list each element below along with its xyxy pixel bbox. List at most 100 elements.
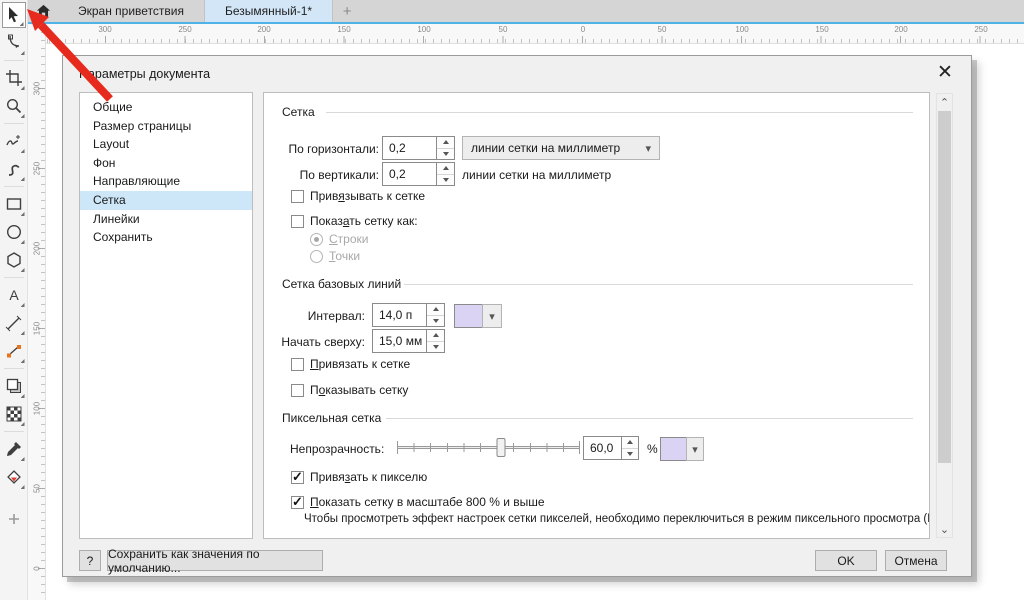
magnifier-icon xyxy=(5,97,23,115)
spin-up-icon[interactable] xyxy=(437,163,454,175)
scrollbar-thumb[interactable] xyxy=(938,111,951,463)
tab-welcome-screen[interactable]: Экран приветствия xyxy=(58,0,205,22)
rectangle-icon xyxy=(5,195,23,213)
text-tool[interactable]: A xyxy=(2,282,26,308)
pixel-snap-checkbox[interactable] xyxy=(291,471,304,484)
tab-untitled-1[interactable]: Безымянный-1* xyxy=(205,0,333,22)
baseline-snap-row[interactable]: Привязать к сетке xyxy=(291,357,410,371)
drop-shadow-tool[interactable] xyxy=(2,373,26,399)
drop-shadow-icon xyxy=(5,377,23,395)
ellipse-tool[interactable] xyxy=(2,219,26,245)
fill-icon xyxy=(5,468,23,486)
slider-handle[interactable] xyxy=(497,438,506,457)
interactive-fill-tool[interactable] xyxy=(2,464,26,490)
home-icon xyxy=(36,4,51,18)
vertical-spacing-spinner[interactable]: 0,2 xyxy=(382,162,455,186)
category-item-grid[interactable]: Сетка xyxy=(80,191,252,210)
start-from-top-spinner[interactable]: 15,0 мм xyxy=(372,329,445,353)
chevron-down-icon: ▾ xyxy=(645,142,651,155)
snap-to-grid-checkbox[interactable] xyxy=(291,190,304,203)
horizontal-unit-dropdown[interactable]: линии сетки на миллиметр ▾ xyxy=(462,136,660,160)
chevron-down-icon[interactable]: ▾ xyxy=(482,304,502,328)
baseline-show-row[interactable]: Показывать сетку xyxy=(291,383,408,397)
category-item-background[interactable]: Фон xyxy=(80,154,252,173)
spin-up-icon[interactable] xyxy=(622,437,638,449)
dimension-tool[interactable] xyxy=(2,310,26,336)
baseline-snap-checkbox[interactable] xyxy=(291,358,304,371)
chevron-down-icon[interactable]: ▾ xyxy=(686,437,704,461)
scroll-down-icon[interactable]: ⌄ xyxy=(937,521,952,537)
crop-tool[interactable] xyxy=(2,65,26,91)
save-defaults-button[interactable]: Сохранить как значения по умолчанию... xyxy=(107,550,323,571)
baseline-show-checkbox[interactable] xyxy=(291,384,304,397)
spin-up-icon[interactable] xyxy=(427,330,444,342)
artistic-media-tool[interactable] xyxy=(2,156,26,182)
spin-down-icon[interactable] xyxy=(437,175,454,186)
spinner-value[interactable]: 0,2 xyxy=(382,136,436,160)
spin-down-icon[interactable] xyxy=(427,342,444,353)
help-button[interactable]: ? xyxy=(79,550,101,571)
cancel-button[interactable]: Отмена xyxy=(885,550,947,571)
radio-label: Точки xyxy=(329,249,360,263)
lines-radio[interactable] xyxy=(310,233,323,246)
category-item-save[interactable]: Сохранить xyxy=(80,228,252,247)
add-tool-button[interactable] xyxy=(2,506,26,532)
spinner-value[interactable]: 0,2 xyxy=(382,162,436,186)
ruler-number: 250 xyxy=(974,25,987,34)
home-button[interactable] xyxy=(28,0,58,22)
new-tab-button[interactable]: + xyxy=(333,0,361,22)
dots-radio[interactable] xyxy=(310,250,323,263)
category-list: Общие Размер страницы Layout Фон Направл… xyxy=(79,92,253,539)
ruler-number: 150 xyxy=(337,25,350,34)
pixel-show-row[interactable]: Показать сетку в масштабе 800 % и выше xyxy=(291,495,545,509)
content-scrollbar[interactable]: ⌃ ⌄ xyxy=(936,93,953,538)
pixel-show-checkbox[interactable] xyxy=(291,496,304,509)
ruler-number: 100 xyxy=(735,25,748,34)
category-item-rulers[interactable]: Линейки xyxy=(80,210,252,229)
horizontal-spacing-spinner[interactable]: 0,2 xyxy=(382,136,455,160)
color-swatch[interactable] xyxy=(454,304,482,328)
spinner-arrows[interactable] xyxy=(426,303,445,327)
baseline-grid-color-picker[interactable]: ▾ xyxy=(454,304,502,328)
start-from-top-label: Начать сверху: xyxy=(264,335,365,349)
category-item-layout[interactable]: Layout xyxy=(80,135,252,154)
pick-tool[interactable] xyxy=(2,2,26,28)
freehand-tool[interactable] xyxy=(2,128,26,154)
spin-up-icon[interactable] xyxy=(427,304,444,316)
pixel-snap-row[interactable]: Привязать к пикселю xyxy=(291,470,427,484)
close-icon[interactable]: ✕ xyxy=(933,60,957,84)
spinner-value[interactable]: 14,0 п xyxy=(372,303,426,327)
spinner-arrows[interactable] xyxy=(621,436,639,460)
show-grid-as-row[interactable]: Показать сетку как: xyxy=(291,214,418,228)
category-item-general[interactable]: Общие xyxy=(80,98,252,117)
spinner-arrows[interactable] xyxy=(436,162,455,186)
category-item-page-size[interactable]: Размер страницы xyxy=(80,117,252,136)
pixel-grid-color-picker[interactable]: ▾ xyxy=(660,437,704,461)
opacity-spinner[interactable]: 60,0 xyxy=(583,436,639,460)
shape-tool[interactable] xyxy=(2,30,26,56)
spinner-arrows[interactable] xyxy=(436,136,455,160)
show-grid-as-checkbox[interactable] xyxy=(291,215,304,228)
opacity-slider[interactable] xyxy=(397,438,580,458)
scroll-up-icon[interactable]: ⌃ xyxy=(937,94,952,110)
spinner-arrows[interactable] xyxy=(426,329,445,353)
transparency-tool[interactable] xyxy=(2,401,26,427)
ok-button[interactable]: OK xyxy=(815,550,877,571)
rectangle-tool[interactable] xyxy=(2,191,26,217)
checkerboard-icon xyxy=(5,405,23,423)
spin-down-icon[interactable] xyxy=(427,316,444,327)
spin-down-icon[interactable] xyxy=(437,149,454,160)
color-swatch[interactable] xyxy=(660,437,686,461)
spinner-value[interactable]: 15,0 мм xyxy=(372,329,426,353)
snap-to-grid-row[interactable]: Привязывать к сетке xyxy=(291,189,425,203)
eyedropper-tool[interactable] xyxy=(2,436,26,462)
category-item-guidelines[interactable]: Направляющие xyxy=(80,172,252,191)
toolbox-separator xyxy=(4,368,24,369)
connector-tool[interactable] xyxy=(2,338,26,364)
spin-down-icon[interactable] xyxy=(622,449,638,460)
zoom-tool[interactable] xyxy=(2,93,26,119)
interval-spinner[interactable]: 14,0 п xyxy=(372,303,445,327)
polygon-tool[interactable] xyxy=(2,247,26,273)
spinner-value[interactable]: 60,0 xyxy=(583,436,621,460)
spin-up-icon[interactable] xyxy=(437,137,454,149)
